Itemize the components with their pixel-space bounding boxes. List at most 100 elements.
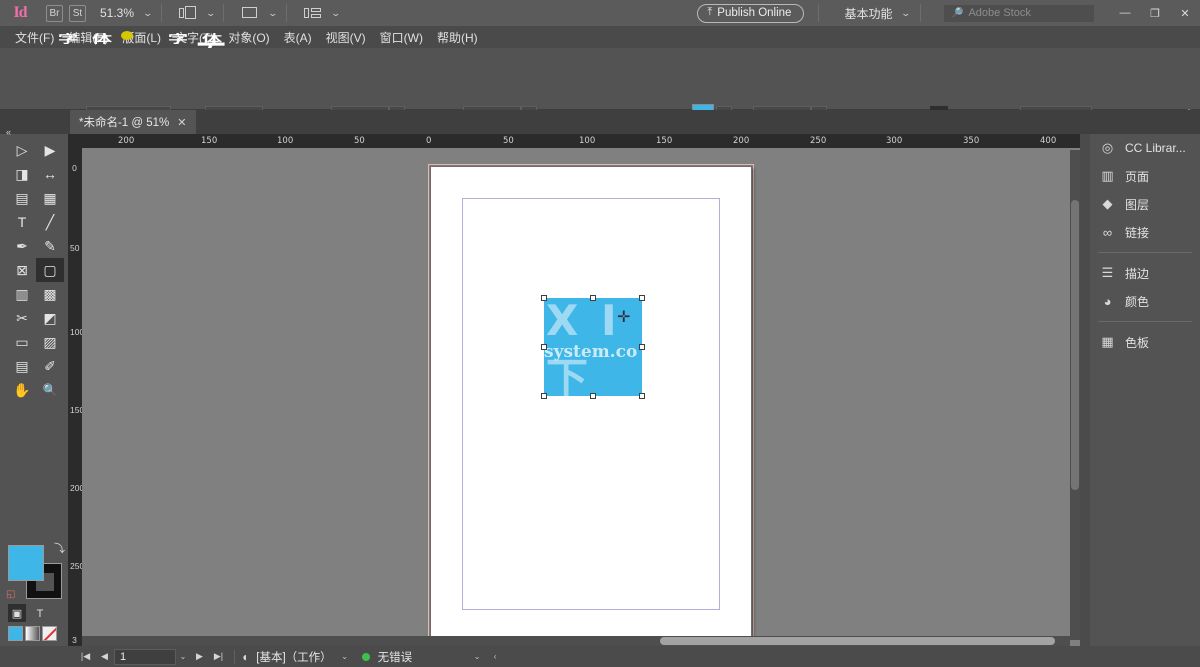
previous-page-icon[interactable]: ◀ xyxy=(95,648,114,665)
menu-window[interactable]: 窗口(W) xyxy=(373,29,430,46)
direct-selection-tool[interactable]: ▶ xyxy=(36,138,64,162)
page-dropdown-icon[interactable]: ⌄ xyxy=(176,649,190,665)
gradient-swatch-tool[interactable]: ▭ xyxy=(8,330,36,354)
next-page-icon[interactable]: ▶ xyxy=(190,648,209,665)
dock-item-links[interactable]: ∞ 链接 xyxy=(1090,218,1200,246)
document-tab[interactable]: *未命名-1 @ 51% ✕ xyxy=(70,110,196,134)
menu-file[interactable]: 文件(F) xyxy=(8,29,61,46)
dock-item-layers[interactable]: ◆ 图层 xyxy=(1090,190,1200,218)
menu-table[interactable]: 表(A) xyxy=(277,29,319,46)
publish-online-button[interactable]: ⤒ Publish Online xyxy=(697,4,804,23)
gap-tool[interactable]: ↔ xyxy=(36,162,64,186)
layers-icon: ◆ xyxy=(1099,196,1116,213)
upload-icon: ⤒ xyxy=(707,7,712,18)
close-icon[interactable]: ✕ xyxy=(177,116,186,129)
dock-item-pages[interactable]: ▥ 页面 xyxy=(1090,162,1200,190)
preflight-dropdown-icon[interactable]: ⌄ xyxy=(470,649,484,665)
content-placer-tool[interactable]: ▦ xyxy=(36,186,64,210)
content-collector-tool[interactable]: ▤ xyxy=(8,186,36,210)
eyedropper-tool[interactable]: ✐ xyxy=(36,354,64,378)
layout-dropdown-icon[interactable]: ⌄ xyxy=(330,9,341,18)
horizontal-ruler[interactable]: 200 150 100 50 0 50 100 150 200 250 300 … xyxy=(68,134,1080,148)
menu-object[interactable]: 对象(O) xyxy=(221,29,276,46)
selection-handle[interactable] xyxy=(590,393,596,399)
dock-item-color[interactable]: ◕ 颜色 xyxy=(1090,287,1200,315)
tools-collapse-icon[interactable]: « xyxy=(6,127,11,137)
hand-tool[interactable]: ✋ xyxy=(8,378,36,402)
page-tool[interactable]: ◨ xyxy=(8,162,36,186)
stock-button[interactable]: St xyxy=(69,5,86,22)
horizontal-scrollbar-thumb[interactable] xyxy=(660,637,1055,645)
dock-item-stroke[interactable]: ☰ 描边 xyxy=(1090,259,1200,287)
menu-edit[interactable]: 编辑(E) xyxy=(61,29,115,46)
screen-mode-icon[interactable] xyxy=(179,6,197,20)
workspace-switcher-label[interactable]: 基本功能 xyxy=(844,5,892,22)
note-tool[interactable]: ▤ xyxy=(8,354,36,378)
selection-handle[interactable] xyxy=(590,295,596,301)
vertical-scrollbar-thumb[interactable] xyxy=(1071,200,1079,490)
close-button[interactable]: ✕ xyxy=(1170,7,1200,20)
color-icon: ◕ xyxy=(1099,293,1116,310)
formatting-affects-container-icon[interactable]: ▣ xyxy=(8,604,26,622)
selection-handle[interactable] xyxy=(639,344,645,350)
dock-item-swatches[interactable]: ▦ 色板 xyxy=(1090,328,1200,356)
zoom-dropdown-icon[interactable]: ⌄ xyxy=(143,9,154,18)
panel-dock: ◎ CC Librar... ▥ 页面 ◆ 图层 ∞ 链接 ☰ 描边 ◕ 颜色 … xyxy=(1090,134,1200,646)
default-fill-stroke-icon[interactable]: ◱ xyxy=(6,589,15,600)
vertical-ruler[interactable]: 0 50 100 150 200 250 3 xyxy=(68,148,82,646)
preflight-label[interactable]: 无错误 xyxy=(378,649,413,665)
first-page-icon[interactable]: |◀ xyxy=(76,648,95,665)
selection-handle[interactable] xyxy=(541,295,547,301)
shear-tool[interactable]: ◩ xyxy=(36,306,64,330)
pencil-tool[interactable]: ✎ xyxy=(36,234,64,258)
scissors-tool[interactable]: ✂ xyxy=(8,306,36,330)
type-tool[interactable]: T xyxy=(8,210,36,234)
zoom-level-value[interactable]: 51.3% xyxy=(100,6,134,20)
status-expand-icon[interactable]: ‹ xyxy=(488,649,502,665)
last-page-icon[interactable]: ▶| xyxy=(209,648,228,665)
tool-row: ▤ ▦ xyxy=(8,186,64,210)
selection-handle[interactable] xyxy=(541,344,547,350)
restore-button[interactable]: ❐ xyxy=(1140,7,1170,20)
swap-fill-stroke-icon[interactable]: ⤵ xyxy=(54,540,65,556)
tool-row: ▷ ▶ xyxy=(8,138,64,162)
minimize-button[interactable]: — xyxy=(1110,7,1140,20)
formatting-affects-text-icon[interactable]: T xyxy=(26,604,54,624)
arrange-documents-icon[interactable] xyxy=(241,6,259,20)
rectangle-tool[interactable]: ▢ xyxy=(36,258,64,282)
adobe-stock-search-input[interactable]: 🔎 Adobe Stock xyxy=(944,5,1094,22)
scale-tool[interactable]: ▩ xyxy=(36,282,64,306)
apply-none-icon[interactable] xyxy=(42,626,57,641)
menu-view[interactable]: 视图(V) xyxy=(319,29,373,46)
dock-collapse-edge[interactable] xyxy=(1080,134,1090,646)
menu-help[interactable]: 帮助(H) xyxy=(430,29,485,46)
master-page-label[interactable]: [基本]（工作） xyxy=(256,649,331,665)
screen-mode-dropdown-icon[interactable]: ⌄ xyxy=(205,9,216,18)
selection-handle[interactable] xyxy=(541,393,547,399)
bridge-button[interactable]: Br xyxy=(46,5,63,22)
selection-handle[interactable] xyxy=(639,295,645,301)
frame-tool[interactable]: ⊠ xyxy=(8,258,36,282)
apply-color-icon[interactable] xyxy=(8,626,23,641)
zoom-tool[interactable]: 🔍 xyxy=(36,378,64,402)
selection-tool[interactable]: ▷ xyxy=(8,138,36,162)
gradient-feather-tool[interactable]: ▨ xyxy=(36,330,64,354)
menu-type[interactable]: 文字(T) xyxy=(168,29,221,46)
apply-gradient-icon[interactable] xyxy=(25,626,40,641)
free-transform-tool[interactable]: ▥ xyxy=(8,282,36,306)
fill-color-proxy[interactable] xyxy=(8,545,44,581)
line-tool[interactable]: ╱ xyxy=(36,210,64,234)
pen-tool[interactable]: ✒ xyxy=(8,234,36,258)
selection-handle[interactable] xyxy=(639,393,645,399)
master-dropdown-icon[interactable]: ⌄ xyxy=(338,649,352,665)
ruler-tick: 0 xyxy=(426,136,431,146)
page-number-field[interactable]: 1 xyxy=(114,649,176,665)
workspace-dropdown-icon[interactable]: ⌄ xyxy=(901,9,912,18)
dock-item-cc-libraries[interactable]: ◎ CC Librar... xyxy=(1090,134,1200,162)
menu-layout[interactable]: 版面(L) xyxy=(115,29,168,46)
dock-item-label: 色板 xyxy=(1125,334,1149,351)
dock-divider xyxy=(1098,321,1192,322)
layout-icon[interactable] xyxy=(304,6,322,20)
document-canvas[interactable]: X I 下 system.co ✛ xyxy=(82,148,1080,646)
arrange-dropdown-icon[interactable]: ⌄ xyxy=(268,9,279,18)
